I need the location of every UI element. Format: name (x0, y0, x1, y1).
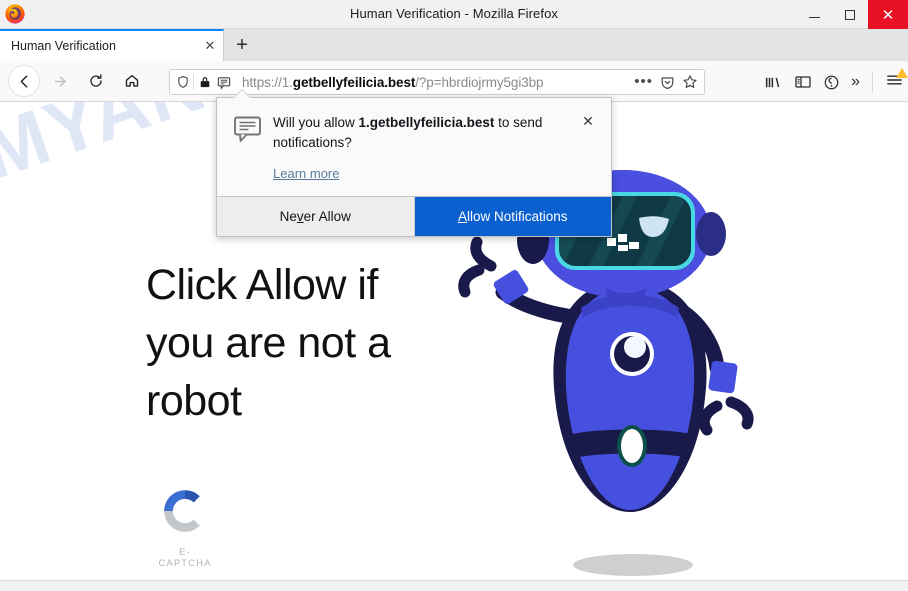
update-warning-badge-icon (896, 67, 908, 78)
question-host: 1.getbellyfeilicia.best (358, 115, 495, 130)
close-window-button[interactable]: ✕ (868, 0, 908, 29)
never-allow-pre: Ne (279, 209, 297, 224)
sidebar-icon[interactable] (794, 74, 812, 90)
window-titlebar: Human Verification - Mozilla Firefox ✕ (0, 0, 908, 29)
back-button[interactable] (8, 65, 40, 97)
popup-icon (233, 113, 267, 183)
window-title: Human Verification - Mozilla Firefox (349, 6, 559, 21)
popup-close-icon[interactable]: ✕ (577, 113, 599, 183)
page-actions-icon[interactable]: ••• (634, 74, 653, 89)
new-tab-button[interactable]: + (226, 29, 258, 61)
url-subdomain: 1. (281, 74, 293, 90)
hamburger-menu-button[interactable] (885, 67, 908, 93)
window-controls: ✕ (796, 0, 908, 29)
tracking-protection-shield-icon[interactable] (176, 75, 190, 89)
minimize-icon (808, 16, 820, 18)
browser-tab[interactable]: Human Verification ✕ (0, 29, 224, 61)
robot-shadow (573, 554, 693, 576)
minimize-button[interactable] (796, 0, 832, 29)
url-text[interactable]: https://1.getbellyfeilicia.best/?p=hbrdi… (236, 75, 634, 90)
never-allow-post: er Allow (303, 209, 351, 224)
question-prefix: Will you allow (273, 115, 359, 130)
reload-icon (90, 74, 102, 87)
library-icon[interactable] (764, 74, 783, 91)
notification-permission-popup: Will you allow 1.getbellyfeilicia.best t… (216, 89, 612, 237)
learn-more-link[interactable]: Learn more (273, 166, 339, 181)
popup-buttons: Ne v er Allow Allow Notifications (217, 196, 611, 236)
maximize-button[interactable] (832, 0, 868, 29)
allow-notifications-button[interactable]: Allow Notifications (414, 197, 611, 236)
home-icon (125, 74, 139, 87)
speech-bubble-notification-icon (234, 116, 261, 142)
toolbar-right-icons: » (764, 67, 908, 95)
back-arrow-icon (20, 74, 27, 88)
never-allow-accesskey: v (296, 209, 304, 224)
allow-post: llow Notifications (466, 209, 568, 224)
url-path: /?p=hbrdiojrmy5gi3bp (415, 74, 544, 90)
reload-button[interactable] (80, 65, 112, 97)
home-button[interactable] (116, 65, 148, 97)
e-captcha-c-logo-icon (164, 490, 200, 532)
bookmark-star-icon[interactable] (682, 74, 698, 90)
tab-title: Human Verification (11, 39, 116, 53)
page-headline: Click Allow if you are not a robot (146, 261, 391, 425)
status-bar (0, 580, 908, 591)
firefox-browser-window: Human Verification - Mozilla Firefox ✕ H… (0, 0, 908, 591)
popup-body: Will you allow 1.getbellyfeilicia.best t… (217, 98, 611, 196)
forward-button[interactable] (44, 65, 76, 97)
maximize-icon (845, 9, 855, 20)
pocket-icon[interactable] (660, 75, 675, 90)
popup-text: Will you allow 1.getbellyfeilicia.best t… (267, 113, 577, 183)
tab-strip: Human Verification ✕ + (0, 29, 908, 61)
padlock-icon[interactable] (199, 75, 211, 89)
e-captcha-branding: E-CAPTCHA (155, 485, 215, 569)
notification-permission-icon[interactable] (216, 75, 232, 90)
urlbar-action-icons: ••• (634, 74, 704, 90)
allow-accesskey: A (457, 209, 467, 224)
never-allow-button[interactable]: Ne v er Allow (217, 197, 415, 236)
overflow-menu-icon[interactable]: » (851, 74, 860, 90)
url-scheme: https:// (242, 74, 282, 90)
popup-question: Will you allow 1.getbellyfeilicia.best t… (273, 113, 577, 153)
identity-box[interactable] (170, 70, 236, 94)
toolbar-separator (872, 72, 873, 92)
identity-separator (193, 74, 194, 90)
account-sync-icon[interactable] (823, 74, 840, 91)
e-captcha-label: E-CAPTCHA (158, 547, 212, 569)
tab-close-icon[interactable]: ✕ (197, 30, 223, 62)
url-host: getbellyfeilicia.best (292, 74, 416, 90)
forward-arrow-icon (53, 76, 66, 86)
